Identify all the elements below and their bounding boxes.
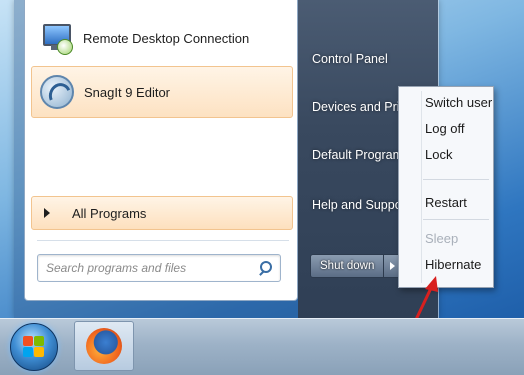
menu-separator	[423, 179, 489, 180]
menu-item-sleep: Sleep	[425, 230, 459, 246]
menu-item-switch-user[interactable]: Switch user	[425, 91, 492, 113]
remote-desktop-icon	[39, 21, 73, 55]
menu-item-lock[interactable]: Lock	[425, 143, 491, 165]
start-button[interactable]	[10, 323, 58, 371]
search-placeholder: Search programs and files	[46, 261, 187, 275]
search-icon[interactable]	[258, 261, 272, 276]
shutdown-controls: Shut down	[310, 254, 403, 278]
menu-item-log-off[interactable]: Log off	[425, 117, 491, 139]
menu-item-restart[interactable]: Restart	[425, 191, 491, 213]
windows-logo-icon	[23, 336, 45, 358]
start-menu-left-panel: Remote Desktop Connection SnagIt 9 Edito…	[24, 0, 298, 301]
snagit-icon	[40, 75, 75, 111]
menu-item-hibernate[interactable]: Hibernate	[425, 253, 491, 275]
shutdown-button[interactable]: Shut down	[310, 254, 385, 278]
menu-item-control-panel[interactable]: Control Panel	[306, 44, 432, 74]
program-remote-desktop-connection[interactable]: Remote Desktop Connection	[31, 12, 293, 64]
start-menu: Remote Desktop Connection SnagIt 9 Edito…	[14, 0, 439, 318]
firefox-icon	[86, 328, 122, 364]
program-snagit-editor[interactable]: SnagIt 9 Editor	[31, 66, 293, 118]
all-programs-label: All Programs	[72, 205, 147, 221]
menu-separator	[423, 219, 489, 220]
program-label: SnagIt 9 Editor	[84, 84, 170, 100]
taskbar-item-firefox[interactable]	[74, 321, 134, 371]
all-programs-button[interactable]: All Programs	[31, 196, 293, 230]
divider	[37, 240, 289, 241]
taskbar	[0, 318, 524, 375]
shutdown-options-menu: Switch user Log off Lock Restart Sleep H…	[398, 86, 494, 288]
arrow-right-icon	[44, 208, 50, 218]
arrow-right-icon	[390, 262, 396, 270]
program-label: Remote Desktop Connection	[83, 30, 250, 46]
search-input[interactable]: Search programs and files	[37, 254, 281, 282]
